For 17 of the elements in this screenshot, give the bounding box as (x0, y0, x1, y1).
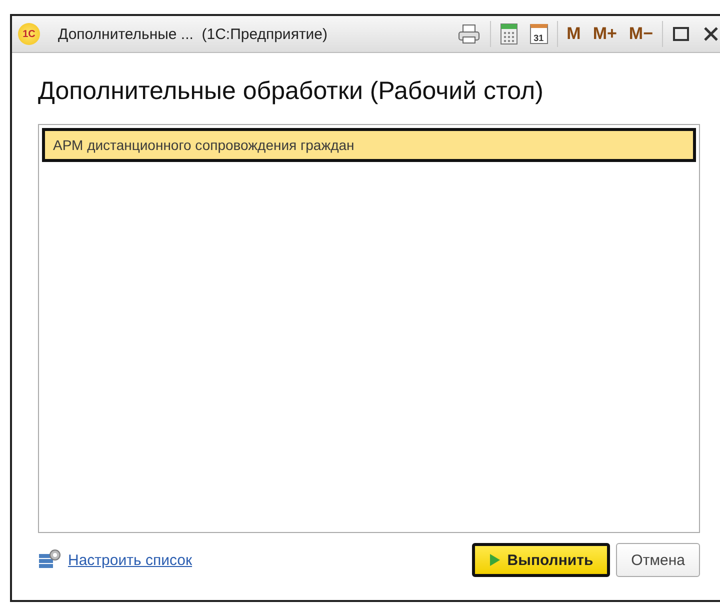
calendar-icon[interactable]: 31 (530, 24, 548, 44)
memory-button[interactable]: M− (622, 20, 659, 48)
print-icon[interactable] (456, 24, 481, 44)
calculator-icon[interactable] (500, 23, 518, 45)
play-icon (489, 553, 502, 567)
window-title: Дополнительные ... (1С:Предприятие) (58, 26, 329, 42)
list-item[interactable]: АРМ дистанционного сопровождения граждан (42, 128, 696, 162)
memory-button[interactable]: M+ (586, 20, 623, 48)
configure-list-link[interactable]: Настроить список (68, 552, 466, 568)
app-logo: 1С (18, 23, 40, 45)
run-button[interactable]: Выполнить (472, 543, 610, 577)
memory-button[interactable]: M (560, 20, 587, 48)
form-heading: Дополнительные обработки (Рабочий стол) (38, 77, 544, 106)
maximize-icon[interactable] (672, 25, 690, 43)
close-icon[interactable] (702, 25, 720, 43)
cancel-button[interactable]: Отмена (616, 543, 700, 577)
list-settings-icon (38, 549, 62, 571)
